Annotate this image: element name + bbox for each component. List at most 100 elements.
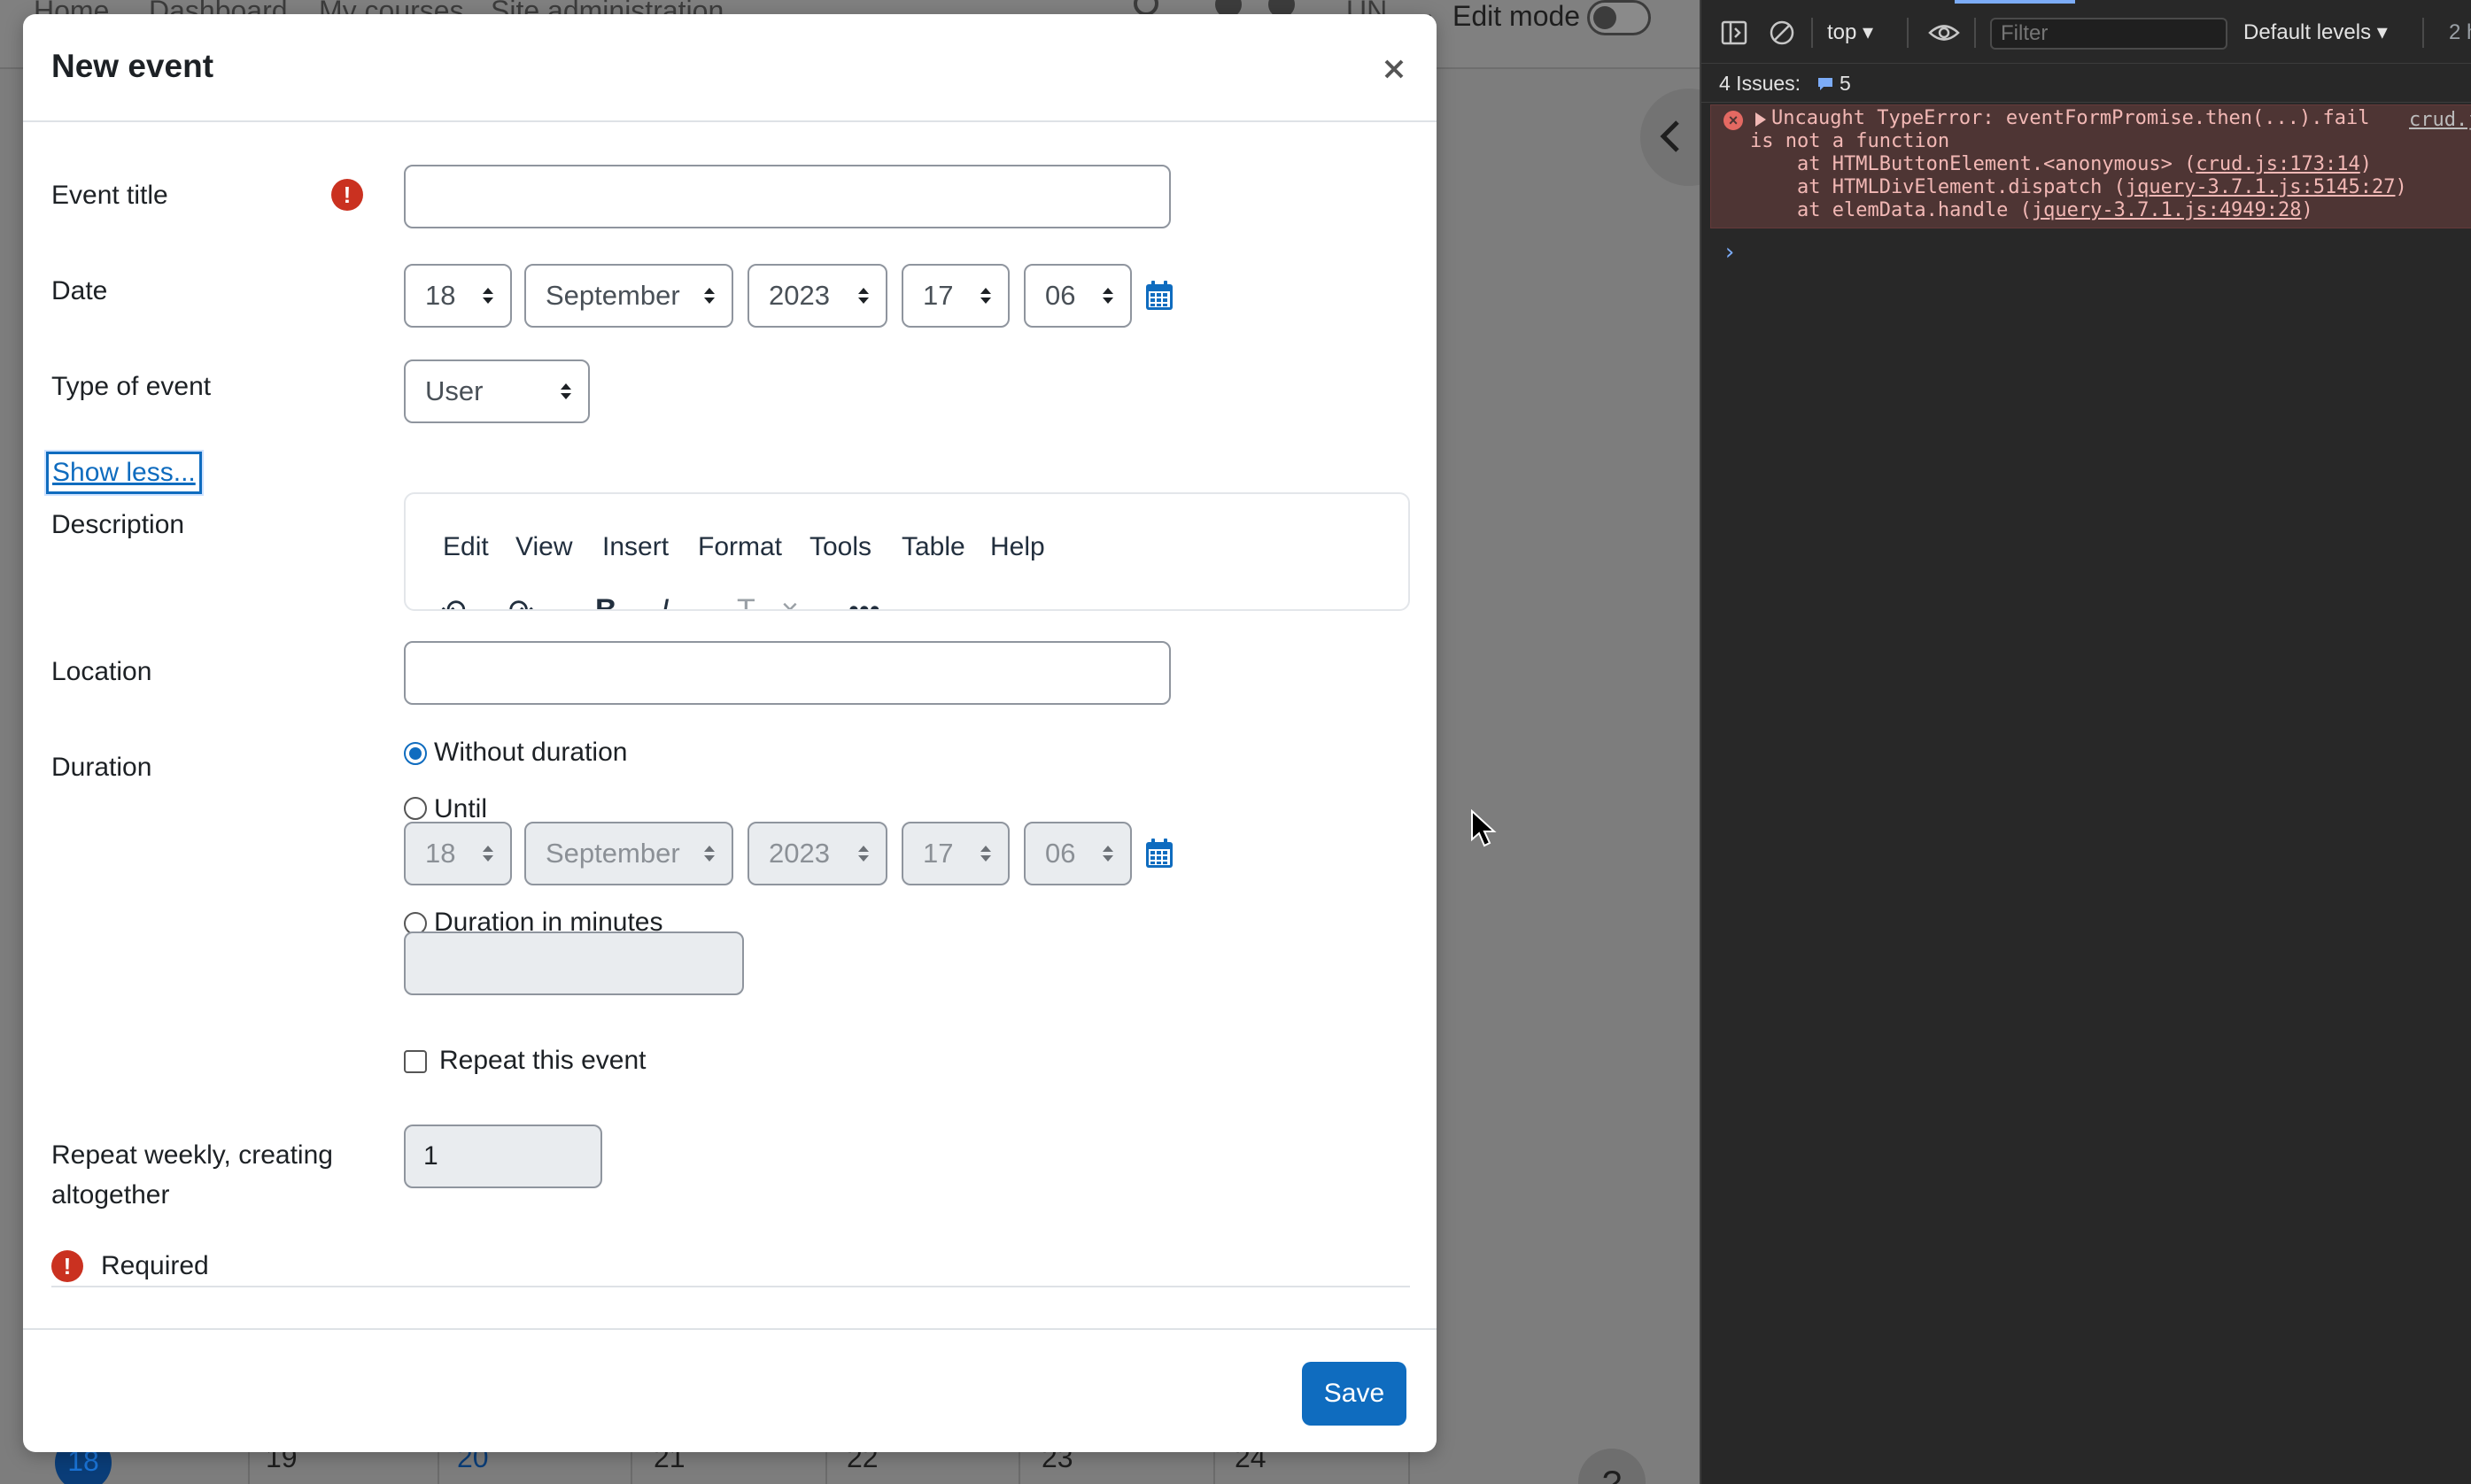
type-of-event-value: User bbox=[425, 375, 484, 406]
until-hour-value: 17 bbox=[923, 838, 954, 869]
repeat-event-checkbox[interactable] bbox=[404, 1050, 427, 1073]
description-label: Description bbox=[51, 510, 185, 539]
duration-without-radio[interactable] bbox=[404, 742, 427, 765]
select-caret-icon bbox=[980, 846, 991, 862]
event-title-input[interactable] bbox=[404, 165, 1171, 228]
sidebar-toggle-icon[interactable] bbox=[1721, 19, 1747, 46]
undo-icon[interactable]: ↶ bbox=[441, 593, 467, 609]
editor-menu-tools[interactable]: Tools bbox=[809, 531, 871, 563]
toolbar-divider bbox=[1811, 18, 1813, 48]
editor-menu-view[interactable]: View bbox=[515, 531, 572, 563]
stack-frame-text: at HTMLButtonElement.<anonymous> ( bbox=[1750, 153, 2196, 175]
more-icon[interactable]: ••• bbox=[848, 593, 880, 609]
error-source-link[interactable]: crud.js bbox=[2409, 109, 2471, 131]
toolbar-divider bbox=[2422, 18, 2424, 48]
required-icon: ! bbox=[51, 1250, 83, 1282]
error-message-line: Uncaught TypeError: eventFormPromise.the… bbox=[1771, 107, 2370, 129]
until-month-select: September bbox=[524, 822, 733, 885]
error-message-line: is not a function bbox=[1750, 130, 1950, 152]
devtools-console-panel: top ▾ Default levels ▾ 2 h 4 Issues: 5 ×… bbox=[1700, 0, 2471, 1484]
until-hour-select: 17 bbox=[902, 822, 1010, 885]
italic-icon[interactable]: I bbox=[661, 593, 669, 609]
stack-frame: at HTMLButtonElement.<anonymous> (crud.j… bbox=[1750, 153, 2372, 175]
stack-frame-link[interactable]: jquery-3.7.1.js:5145:27 bbox=[2126, 176, 2396, 198]
active-tab-indicator bbox=[1955, 0, 2075, 4]
issues-count: 5 bbox=[1840, 72, 1851, 95]
location-input[interactable] bbox=[404, 641, 1171, 705]
stack-frame-text: ) bbox=[2395, 176, 2407, 198]
until-day-select: 18 bbox=[404, 822, 512, 885]
stack-frame-link[interactable]: jquery-3.7.1.js:4949:28 bbox=[2032, 199, 2302, 221]
clear-formatting-icon[interactable]: T bbox=[737, 593, 755, 609]
editor-menu-table[interactable]: Table bbox=[902, 531, 965, 563]
calendar-icon[interactable] bbox=[1144, 838, 1174, 870]
drawer-toggle-button[interactable] bbox=[1640, 89, 1700, 186]
type-of-event-select[interactable]: User bbox=[404, 359, 590, 423]
stack-frame-text: at elemData.handle ( bbox=[1750, 199, 2032, 221]
duration-minutes-input bbox=[404, 931, 744, 995]
stack-frame-text: at HTMLDivElement.dispatch ( bbox=[1750, 176, 2126, 198]
select-caret-icon bbox=[561, 383, 571, 399]
save-button[interactable]: Save bbox=[1302, 1362, 1406, 1426]
date-month-select[interactable]: September bbox=[524, 264, 733, 328]
date-year-select[interactable]: 2023 bbox=[747, 264, 887, 328]
stack-frame-link[interactable]: crud.js:173:14 bbox=[2196, 153, 2359, 175]
select-caret-icon bbox=[483, 288, 493, 304]
duration-without-label: Without duration bbox=[434, 738, 628, 767]
required-icon: ! bbox=[331, 179, 363, 211]
help-button[interactable]: ? bbox=[1578, 1449, 1646, 1484]
context-select[interactable]: top ▾ bbox=[1827, 18, 1873, 48]
date-day-value: 18 bbox=[425, 280, 456, 311]
duration-label: Duration bbox=[51, 753, 152, 782]
error-icon: × bbox=[1724, 111, 1743, 130]
calendar-icon[interactable] bbox=[1144, 280, 1174, 312]
dropdown-arrow-icon: ▾ bbox=[2376, 20, 2388, 44]
redo-icon[interactable]: ↷ bbox=[508, 593, 534, 609]
new-event-modal: New event Event title ! Date 18 Septembe… bbox=[23, 14, 1437, 1452]
toolbar-divider bbox=[1907, 18, 1909, 48]
until-minute-select: 06 bbox=[1024, 822, 1132, 885]
modal-title: New event bbox=[51, 48, 214, 84]
console-filter-input[interactable] bbox=[1990, 18, 2227, 50]
date-minute-select[interactable]: 06 bbox=[1024, 264, 1132, 328]
close-button[interactable] bbox=[1375, 50, 1414, 89]
stack-frame-text: ) bbox=[2301, 199, 2313, 221]
show-less-link[interactable]: Show less... bbox=[44, 450, 204, 496]
until-day-value: 18 bbox=[425, 838, 456, 869]
date-year-value: 2023 bbox=[769, 280, 830, 311]
log-levels-select[interactable]: Default levels ▾ bbox=[2243, 18, 2388, 48]
editor-toolbar: ↶ ↷ B I T × ••• bbox=[406, 593, 1408, 609]
until-minute-value: 06 bbox=[1045, 838, 1076, 869]
until-year-value: 2023 bbox=[769, 838, 830, 869]
editor-menu-format[interactable]: Format bbox=[698, 531, 782, 563]
clear-console-icon[interactable] bbox=[1769, 19, 1795, 46]
editor-menu-help[interactable]: Help bbox=[990, 531, 1045, 563]
console-toolbar: top ▾ Default levels ▾ 2 h bbox=[1701, 0, 2471, 64]
chevron-left-icon bbox=[1660, 120, 1679, 152]
expand-triangle-icon[interactable] bbox=[1755, 112, 1766, 127]
edit-mode-toggle[interactable] bbox=[1587, 0, 1651, 35]
close-icon bbox=[1384, 59, 1404, 79]
stack-frame: at elemData.handle (jquery-3.7.1.js:4949… bbox=[1750, 199, 2313, 221]
select-caret-icon bbox=[1103, 846, 1113, 862]
bold-icon[interactable]: B bbox=[595, 593, 617, 609]
select-caret-icon bbox=[858, 288, 869, 304]
select-caret-icon bbox=[858, 846, 869, 862]
issues-bar[interactable]: 4 Issues: 5 bbox=[1701, 64, 2471, 103]
date-minute-value: 06 bbox=[1045, 280, 1076, 311]
editor-menu-edit[interactable]: Edit bbox=[443, 531, 489, 563]
editor-menu-insert[interactable]: Insert bbox=[602, 531, 669, 563]
stack-frame-text: ) bbox=[2359, 153, 2373, 175]
location-label: Location bbox=[51, 657, 152, 686]
repeat-weekly-input bbox=[404, 1125, 602, 1188]
eye-icon[interactable] bbox=[1928, 19, 1960, 46]
type-of-event-label: Type of event bbox=[51, 372, 212, 401]
date-day-select[interactable]: 18 bbox=[404, 264, 512, 328]
required-note-text: Required bbox=[101, 1251, 209, 1280]
description-editor[interactable]: Edit View Insert Format Tools Table Help… bbox=[404, 492, 1410, 611]
console-prompt[interactable]: › bbox=[1723, 239, 1737, 266]
duration-until-radio[interactable] bbox=[404, 797, 427, 820]
edit-mode-label: Edit mode bbox=[1452, 0, 1581, 32]
date-hour-select[interactable]: 17 bbox=[902, 264, 1010, 328]
issues-label: 4 Issues: bbox=[1719, 72, 1801, 95]
